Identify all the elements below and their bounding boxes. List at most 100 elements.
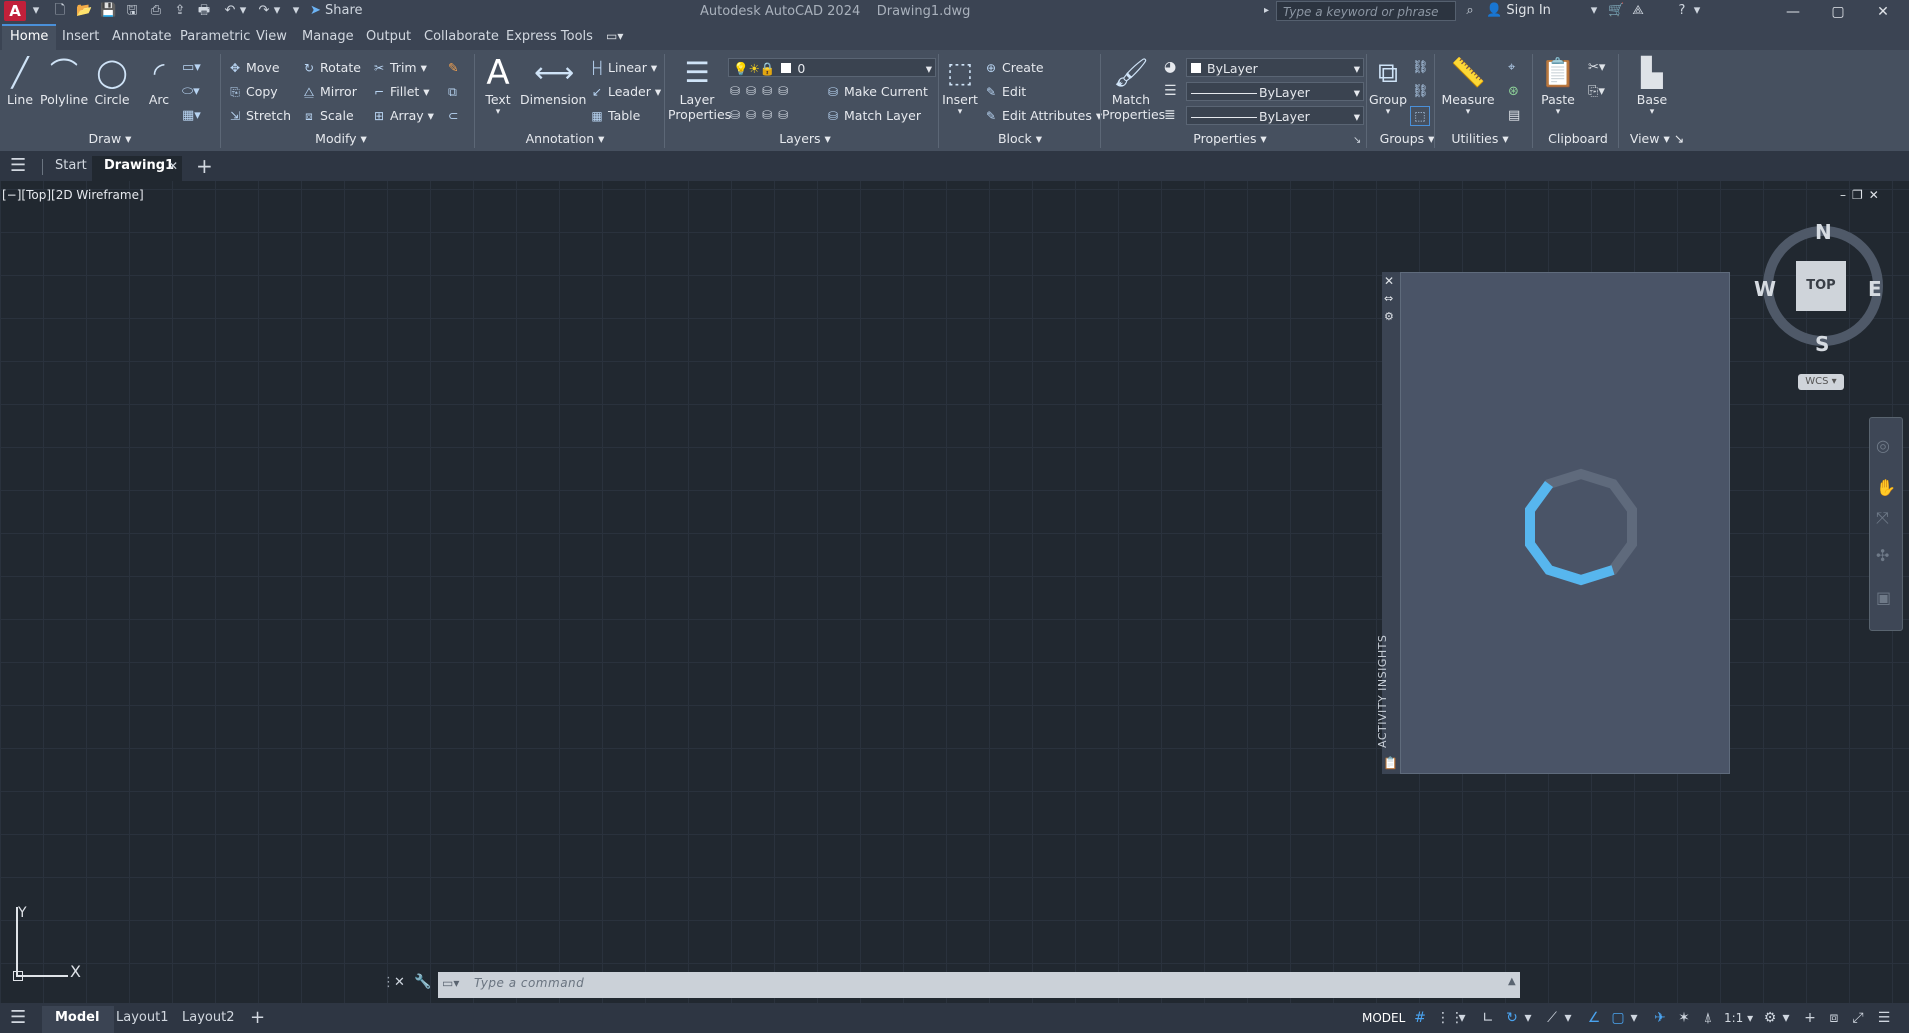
undo-icon[interactable]: ↶	[222, 3, 238, 19]
offset-icon[interactable]: ⊂	[448, 108, 458, 123]
layer-dropdown[interactable]: 💡☀🔒 0 ▾	[728, 58, 936, 77]
steering-wheel-icon[interactable]: ◎	[1876, 436, 1890, 455]
color-dropdown[interactable]: ByLayer ▾	[1186, 58, 1364, 77]
start-tab[interactable]: Start	[55, 151, 87, 181]
id-point-icon[interactable]: ⌖	[1508, 60, 1515, 75]
polyline-button[interactable]: ⌒ Polyline	[40, 56, 88, 107]
undo-dropdown-icon[interactable]: ▾	[238, 3, 248, 19]
command-prompt-icon[interactable]: ▭▾	[442, 976, 459, 990]
move-button[interactable]: ✥ Move	[228, 60, 280, 75]
layer-tools-row-2[interactable]: ⛁⛁⛁⛁	[730, 108, 794, 122]
rectangle-icon[interactable]: ▭▾	[182, 60, 201, 75]
tab-express-tools[interactable]: Express Tools	[498, 24, 601, 50]
customize-quick-access-icon[interactable]: ▾	[290, 3, 302, 19]
sign-in-button[interactable]: 👤 Sign In	[1486, 3, 1551, 18]
command-history-icon[interactable]: ▲	[1508, 976, 1516, 987]
view-panel-title[interactable]: View ▾ ↘	[1622, 131, 1692, 146]
properties-panel-title[interactable]: Properties ▾	[1180, 131, 1280, 146]
open-folder-icon[interactable]: 📂	[76, 3, 92, 19]
redo-dropdown-icon[interactable]: ▾	[272, 3, 282, 19]
object-snap-tracking-icon[interactable]: ∠	[1584, 1008, 1604, 1028]
snap-dropdown-icon[interactable]: ▾	[1456, 1008, 1468, 1028]
tab-manage[interactable]: Manage	[294, 24, 362, 50]
layer-properties-button[interactable]: ☰ Layer Properties	[668, 56, 731, 122]
edit-block-button[interactable]: ✎ Edit	[984, 84, 1026, 99]
copy-clip-icon[interactable]: ⎘▾	[1588, 84, 1605, 99]
redo-icon[interactable]: ↷	[256, 3, 272, 19]
linetype-dropdown[interactable]: ByLayer ▾	[1186, 82, 1364, 101]
layout-menu-icon[interactable]: ☰	[10, 1003, 26, 1033]
tab-output[interactable]: Output	[358, 24, 419, 50]
lineweight-dropdown[interactable]: ByLayer ▾	[1186, 106, 1364, 125]
maximize-button[interactable]: ▢	[1823, 2, 1853, 22]
app-logo[interactable]: A	[4, 1, 26, 21]
save-as-icon[interactable]: 🖫	[124, 3, 140, 19]
dimension-button[interactable]: ⟷ Dimension	[520, 56, 586, 107]
group-selection-icon[interactable]: ⬚	[1410, 106, 1430, 126]
autodesk-app-icon[interactable]: ⟁	[1630, 3, 1646, 19]
auto-scale-icon[interactable]: ✶	[1674, 1008, 1694, 1028]
export-icon[interactable]: ⎙	[148, 3, 164, 19]
cut-icon[interactable]: ✂▾	[1588, 60, 1605, 75]
explode-icon[interactable]: ⧉	[448, 84, 457, 100]
match-properties-button[interactable]: 🖌 Match Properties	[1102, 56, 1165, 122]
units-icon[interactable]: ⧈	[1824, 1008, 1844, 1028]
close-palette-icon[interactable]: ✕	[1384, 274, 1394, 288]
scale-button[interactable]: ⧈ Scale	[302, 108, 353, 123]
layout1-tab[interactable]: Layout1	[116, 1003, 168, 1033]
quick-select-icon[interactable]: ⊛	[1508, 84, 1519, 99]
close-window-button[interactable]: ✕	[1868, 2, 1898, 22]
stretch-button[interactable]: ⇲ Stretch	[228, 108, 291, 123]
zoom-extents-icon[interactable]: ⤧	[1876, 508, 1889, 528]
mirror-button[interactable]: ⧋ Mirror	[302, 84, 357, 99]
viewcube-top-face[interactable]: TOP	[1796, 261, 1846, 311]
annotation-monitor-icon[interactable]: +	[1800, 1008, 1820, 1028]
isodraft-dropdown-icon[interactable]: ▾	[1562, 1008, 1574, 1028]
object-snap-dropdown-icon[interactable]: ▾	[1628, 1008, 1640, 1028]
ribbon-minimize-icon[interactable]: ▭▾	[606, 29, 623, 43]
print-icon[interactable]: 🖶	[196, 3, 212, 19]
leader-button[interactable]: ↙ Leader ▾	[590, 84, 661, 99]
paste-button[interactable]: 📋 Paste ▾	[1536, 56, 1580, 117]
base-view-button[interactable]: ▙ Base ▾	[1626, 56, 1678, 117]
compass-north[interactable]: N	[1815, 220, 1832, 244]
tab-collaborate[interactable]: Collaborate	[416, 24, 507, 50]
publish-icon[interactable]: ⇪	[172, 3, 188, 19]
workspace-gear-icon[interactable]: ⚙	[1760, 1008, 1780, 1028]
layers-panel-title[interactable]: Layers ▾	[760, 131, 850, 146]
menu-hamburger-icon[interactable]: ☰	[10, 151, 26, 181]
ortho-icon[interactable]: ∟	[1478, 1008, 1498, 1028]
measure-button[interactable]: 📏 Measure ▾	[1438, 56, 1498, 117]
workspace-dropdown-icon[interactable]: ▾	[1780, 1008, 1792, 1028]
tab-parametric[interactable]: Parametric	[172, 24, 258, 50]
new-layout-icon[interactable]: +	[250, 1003, 265, 1033]
compass-east[interactable]: E	[1868, 277, 1882, 301]
command-input[interactable]: Type a command	[474, 976, 584, 990]
drawing1-tab[interactable]: Drawing1	[104, 151, 174, 181]
palette-properties-icon[interactable]: ⚙	[1384, 310, 1394, 323]
boundary-icon[interactable]: ▦▾	[182, 108, 201, 123]
minimize-button[interactable]: —	[1778, 2, 1808, 22]
close-tab-icon[interactable]: ✕	[168, 151, 178, 181]
polar-dropdown-icon[interactable]: ▾	[1522, 1008, 1534, 1028]
command-line[interactable]	[438, 972, 1520, 998]
insert-block-button[interactable]: ⬚ Insert ▾	[940, 56, 980, 117]
snap-icon[interactable]: ⋮⋮	[1436, 1008, 1464, 1028]
ungroup-icon[interactable]: ⛓	[1412, 60, 1429, 75]
search-input[interactable]: Type a keyword or phrase	[1276, 1, 1456, 21]
model-tab[interactable]: Model	[55, 1003, 99, 1033]
array-button[interactable]: ⊞ Array ▾	[372, 108, 434, 123]
layout2-tab[interactable]: Layout2	[182, 1003, 234, 1033]
circle-button[interactable]: ◯ Circle	[92, 56, 132, 107]
help-dropdown-icon[interactable]: ▾	[1692, 3, 1702, 19]
edit-attributes-button[interactable]: ✎ Edit Attributes ▾	[984, 108, 1102, 123]
cart-icon[interactable]: 🛒	[1608, 3, 1624, 19]
linear-dimension-button[interactable]: ├┤ Linear ▾	[590, 60, 657, 75]
copy-button[interactable]: ⎘ Copy	[228, 84, 278, 99]
layer-tools-row-1[interactable]: ⛁⛁⛁⛁	[730, 84, 794, 98]
hatch-icon[interactable]: ⬭▾	[182, 84, 200, 99]
create-block-button[interactable]: ⊕ Create	[984, 60, 1044, 75]
trim-button[interactable]: ✂ Trim ▾	[372, 60, 427, 75]
new-tab-icon[interactable]: +	[196, 151, 213, 181]
table-button[interactable]: ▦ Table	[590, 108, 640, 123]
